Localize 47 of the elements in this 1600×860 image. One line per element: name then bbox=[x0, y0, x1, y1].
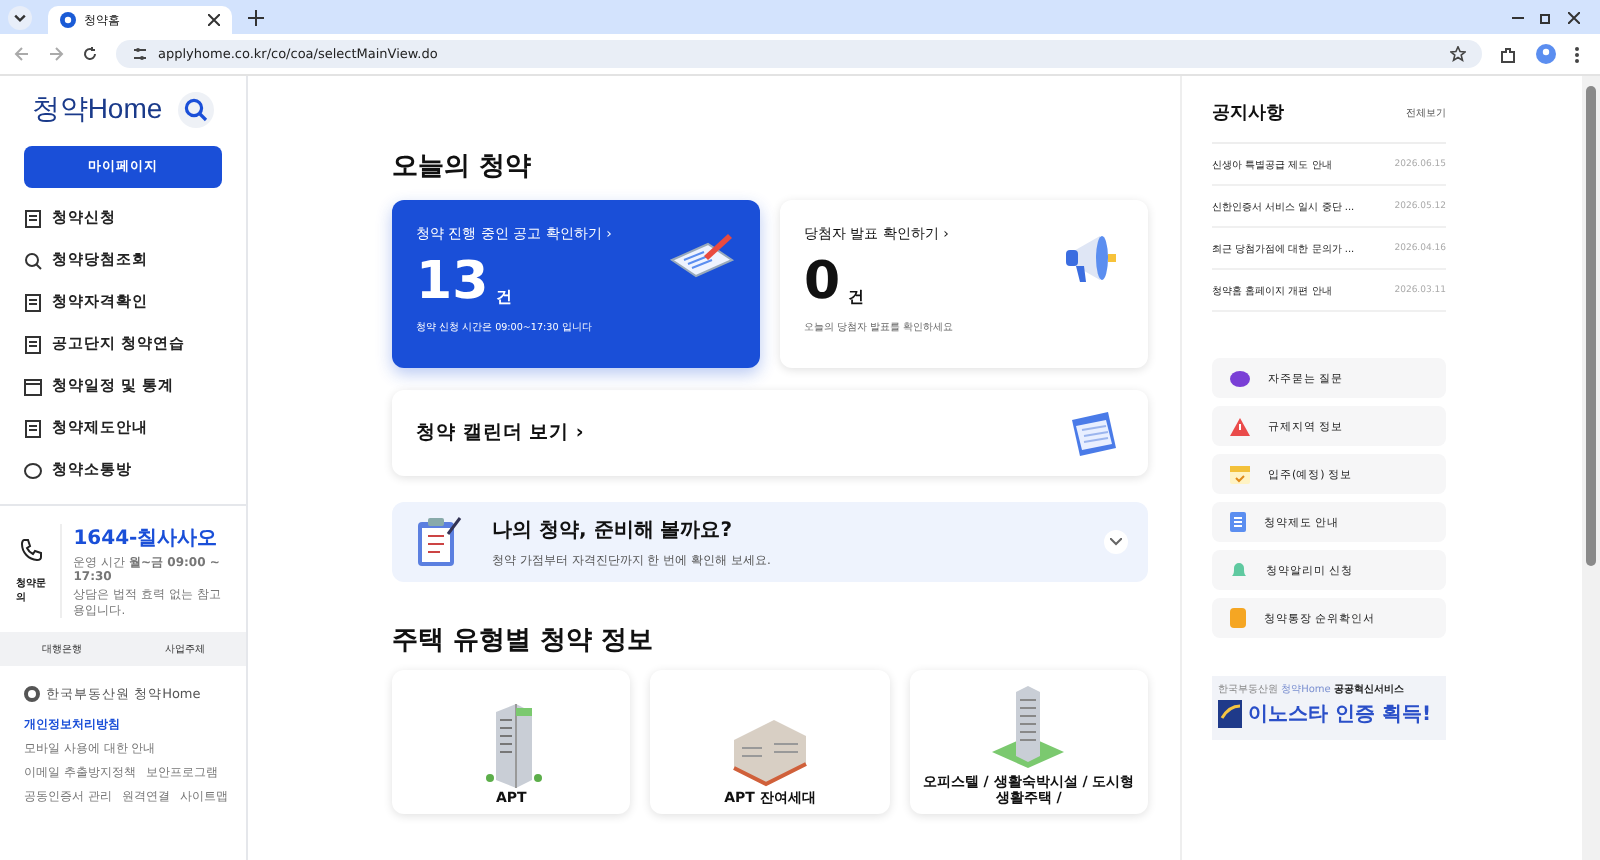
close-icon[interactable] bbox=[1568, 11, 1580, 23]
count-unit: 건 bbox=[848, 286, 865, 308]
site-favicon-icon bbox=[60, 12, 76, 28]
count-value: 0 bbox=[804, 256, 841, 308]
expand-button[interactable] bbox=[1104, 530, 1128, 554]
count-unit: 건 bbox=[496, 286, 513, 308]
phone-number: 1644-칠사사오 bbox=[73, 526, 220, 552]
scrollbar[interactable] bbox=[1582, 76, 1600, 860]
calendar-icon bbox=[24, 377, 42, 395]
banner-headline: 이노스타 인증 획득! bbox=[1248, 702, 1432, 728]
warning-icon bbox=[1230, 417, 1250, 435]
phone-icon bbox=[19, 537, 44, 562]
restore-icon[interactable] bbox=[1540, 11, 1552, 23]
clipboard-checklist-icon bbox=[412, 514, 464, 570]
chevron-icon bbox=[1110, 538, 1122, 546]
close-icon[interactable] bbox=[208, 14, 220, 26]
document-icon bbox=[24, 293, 42, 311]
profile-icon[interactable] bbox=[1536, 44, 1556, 64]
section-title: 오늘의 청약 bbox=[392, 150, 534, 184]
bell-icon bbox=[1230, 561, 1248, 579]
reload-icon[interactable] bbox=[82, 46, 98, 62]
document-icon bbox=[24, 419, 42, 437]
more-icon[interactable] bbox=[1574, 45, 1580, 63]
notices-title: 공지사항 bbox=[1212, 102, 1284, 126]
document-icon bbox=[1230, 512, 1246, 532]
site-settings-icon[interactable] bbox=[132, 46, 148, 62]
extensions-icon[interactable] bbox=[1500, 45, 1518, 63]
prepare-title: 나의 청약, 준비해 볼까요? bbox=[492, 517, 735, 543]
chat-bubble-icon bbox=[24, 461, 42, 479]
calendar-check-icon bbox=[1230, 465, 1250, 483]
document-icon bbox=[24, 335, 42, 353]
search-icon bbox=[24, 251, 42, 269]
calendar-card[interactable]: 청약 캘린더 보기 › bbox=[392, 390, 1148, 476]
site-logo[interactable]: 청약Home bbox=[31, 92, 163, 128]
new-tab-icon[interactable] bbox=[248, 9, 264, 25]
building-icon bbox=[988, 683, 1069, 772]
calendar-link[interactable]: 청약 캘린더 보기 › bbox=[416, 420, 584, 446]
section-title: 주택 유형별 청약 정보 bbox=[392, 624, 656, 658]
search-button[interactable] bbox=[178, 92, 215, 128]
tab-list-icon[interactable] bbox=[8, 5, 32, 29]
minimize-icon[interactable] bbox=[1512, 11, 1524, 23]
award-emblem-icon bbox=[1218, 700, 1242, 728]
document-icon bbox=[24, 209, 42, 227]
passbook-icon bbox=[1230, 608, 1246, 628]
calendar-icon bbox=[1068, 407, 1120, 459]
star-icon[interactable] bbox=[1450, 46, 1466, 62]
count-value: 13 bbox=[416, 256, 489, 308]
